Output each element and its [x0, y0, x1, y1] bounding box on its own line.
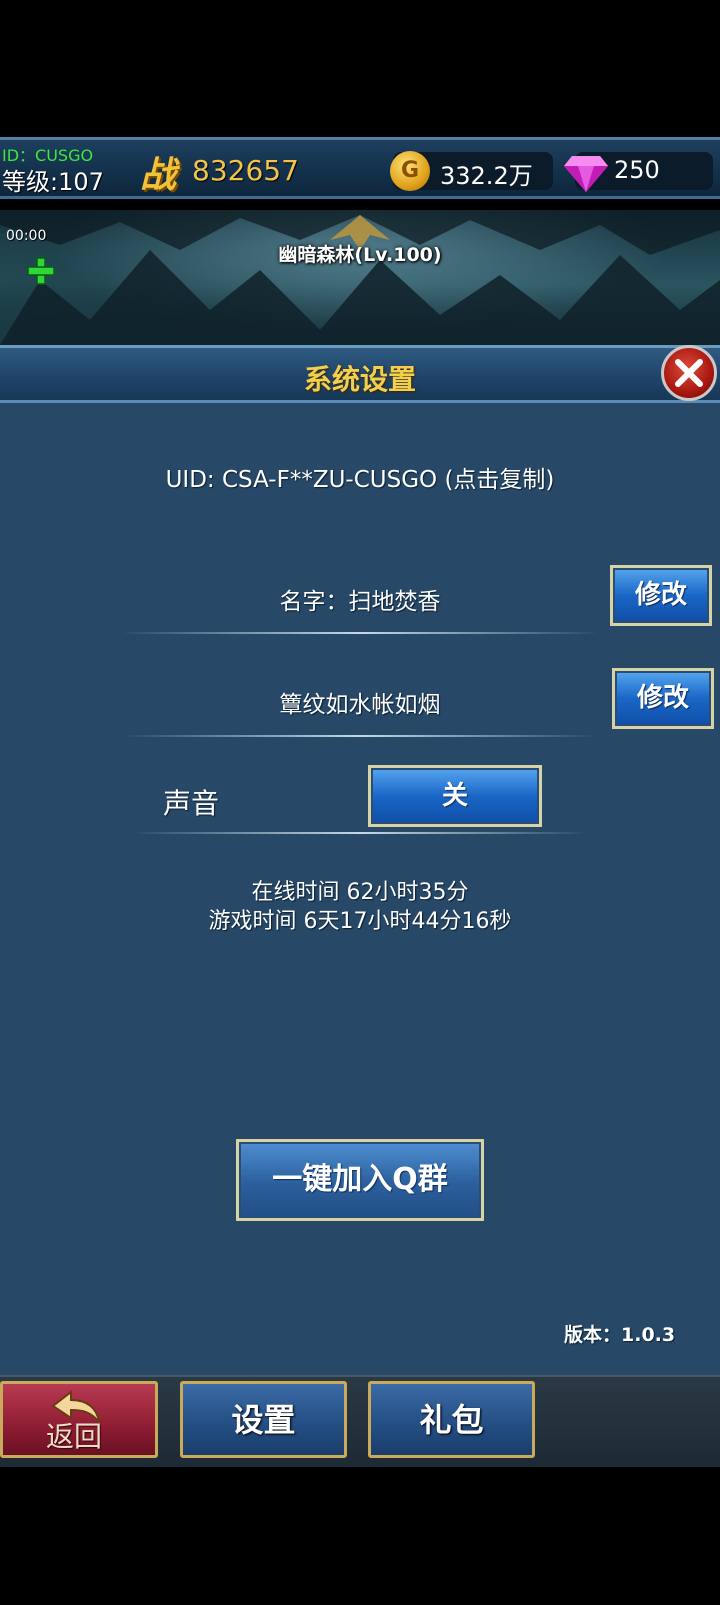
- gem-amount: 250: [614, 156, 660, 184]
- sound-toggle-button[interactable]: 关: [368, 765, 542, 827]
- nav-settings-button[interactable]: 设置: [180, 1381, 347, 1458]
- version-label: 版本：1.0.3: [564, 1324, 676, 1346]
- sound-label: 声音: [163, 787, 220, 820]
- gold-coin-icon: G: [390, 151, 430, 191]
- gold-amount: 332.2万: [440, 162, 533, 190]
- close-icon: [675, 359, 703, 387]
- power-emblem-icon: 战: [140, 154, 177, 196]
- player-level: 等级:107: [2, 168, 104, 196]
- back-label: 返回: [46, 1420, 103, 1453]
- scene-banner: 00:00 幽暗森林(Lv.100): [0, 210, 720, 345]
- combat-power-value: 832657: [192, 154, 299, 187]
- divider: [120, 632, 600, 634]
- rename-button[interactable]: 修改: [610, 565, 712, 626]
- top-status-bar: ID：CUSGO 等级:107 战 832657 G 332.2万 250: [0, 137, 720, 199]
- edit-motto-button[interactable]: 修改: [612, 668, 714, 729]
- nav-gift-button[interactable]: 礼包: [368, 1381, 535, 1458]
- uid-copy-text[interactable]: UID: CSA-F**ZU-CUSGO (点击复制): [0, 460, 720, 494]
- online-time: 在线时间 62小时35分: [251, 880, 469, 905]
- add-plus-icon[interactable]: [26, 256, 56, 286]
- scene-background: [0, 210, 720, 345]
- diamond-gem-icon: [564, 156, 608, 192]
- divider: [130, 832, 590, 834]
- play-time: 游戏时间 6天17小时44分16秒: [208, 909, 512, 934]
- divider: [120, 735, 600, 737]
- panel-title: 系统设置: [303, 363, 416, 396]
- map-name: 幽暗森林(Lv.100): [278, 244, 442, 266]
- join-qq-group-button[interactable]: 一键加入Q群: [236, 1139, 484, 1221]
- timer-label: 00:00: [6, 228, 47, 244]
- player-name: 名字：扫地焚香: [279, 589, 441, 615]
- player-motto: 簟纹如水帐如烟: [279, 692, 441, 718]
- close-button[interactable]: [661, 345, 717, 401]
